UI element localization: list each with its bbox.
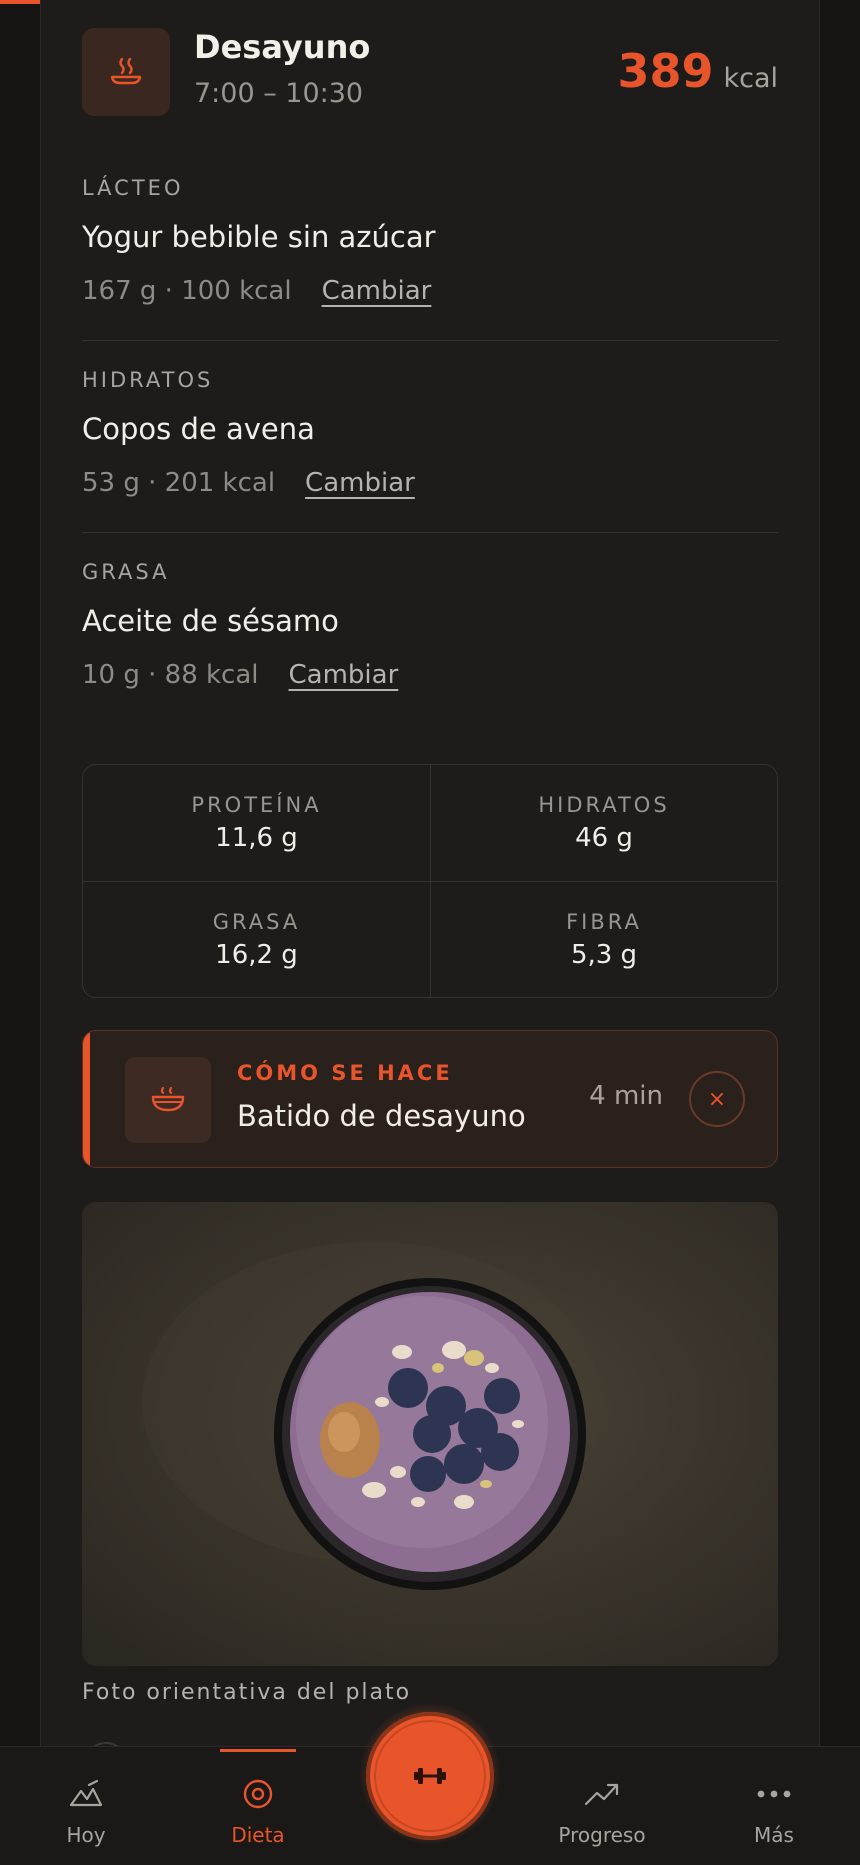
recipe-accent-bar: [83, 1031, 90, 1167]
macro-label: FIBRA: [566, 909, 642, 934]
meal-kcal-unit: kcal: [723, 63, 778, 94]
tab-dieta[interactable]: Dieta: [188, 1747, 328, 1865]
tab-label: Hoy: [66, 1823, 106, 1847]
change-food-button[interactable]: Cambiar: [305, 468, 415, 498]
food-amount: 53 g · 201 kcal: [82, 468, 276, 498]
recipe-banner[interactable]: CÓMO SE HACE Batido de desayuno 4 min ×: [82, 1030, 778, 1168]
tab-label: Progreso: [558, 1823, 646, 1847]
macro-value: 11,6 g: [215, 823, 298, 853]
divider: [82, 340, 778, 341]
tab-label: Más: [754, 1823, 794, 1847]
macro-fat: GRASA 16,2 g: [83, 881, 430, 997]
macro-carbs: HIDRATOS 46 g: [430, 765, 777, 881]
photo-caption: Foto orientativa del plato: [82, 1680, 412, 1705]
food-amount: 167 g · 100 kcal: [82, 276, 292, 306]
food-category: LÁCTEO: [82, 176, 184, 200]
dumbbell-icon: [414, 1768, 446, 1784]
target-icon: [243, 1779, 273, 1809]
food-name: Copos de avena: [82, 412, 315, 446]
close-icon: ×: [707, 1086, 727, 1112]
breakfast-icon: [110, 57, 142, 85]
recipe-duration: 4 min: [589, 1081, 663, 1111]
macro-label: GRASA: [212, 909, 301, 934]
macro-fiber: FIBRA 5,3 g: [430, 881, 777, 997]
mountain-chart-icon: [69, 1779, 103, 1807]
trend-up-icon: [584, 1783, 619, 1806]
food-item-fat: GRASA Aceite de sésamo 10 g · 88 kcal Ca…: [82, 560, 778, 690]
active-tab-indicator: [220, 1749, 296, 1752]
meal-title: Desayuno: [194, 28, 371, 66]
bowl-icon: [151, 1086, 185, 1112]
tab-progreso[interactable]: Progreso: [532, 1747, 672, 1865]
recipe-icon-tile: [125, 1057, 211, 1143]
food-category: GRASA: [82, 560, 170, 584]
macro-label: HIDRATOS: [538, 793, 670, 817]
food-amount: 10 g · 88 kcal: [82, 660, 259, 690]
meal-kcal: 389 kcal: [617, 44, 778, 98]
food-name: Yogur bebible sin azúcar: [82, 220, 436, 254]
food-item-carbs: HIDRATOS Copos de avena 53 g · 201 kcal …: [82, 368, 778, 498]
recipe-title: Batido de desayuno: [237, 1099, 526, 1133]
recipe-kicker: CÓMO SE HACE: [237, 1061, 453, 1085]
macros-grid: PROTEÍNA 11,6 g HIDRATOS 46 g GRASA 16,2…: [82, 764, 778, 998]
divider: [82, 532, 778, 533]
meal-time: 7:00 – 10:30: [194, 78, 364, 109]
close-recipe-button[interactable]: ×: [689, 1071, 745, 1127]
tab-mas[interactable]: Más: [704, 1747, 844, 1865]
macro-value: 5,3 g: [570, 939, 638, 970]
macro-value: 16,2 g: [215, 939, 298, 970]
macro-protein: PROTEÍNA 11,6 g: [83, 765, 430, 881]
tab-label: Dieta: [231, 1823, 285, 1847]
workout-fab-button[interactable]: [366, 1712, 494, 1840]
food-category: HIDRATOS: [82, 368, 214, 392]
meal-kcal-value: 389: [617, 44, 714, 98]
food-item-dairy: LÁCTEO Yogur bebible sin azúcar 167 g · …: [82, 176, 778, 306]
meal-icon-tile: [82, 28, 170, 116]
macro-value: 46 g: [575, 823, 633, 853]
smoothie-bowl-image: [142, 1242, 602, 1590]
tab-hoy[interactable]: Hoy: [16, 1747, 156, 1865]
dish-photo: [82, 1202, 778, 1666]
change-food-button[interactable]: Cambiar: [322, 276, 432, 306]
more-dots-icon: [757, 1790, 791, 1798]
change-food-button[interactable]: Cambiar: [289, 660, 399, 690]
macro-label: PROTEÍNA: [191, 793, 322, 817]
food-name: Aceite de sésamo: [82, 604, 339, 638]
